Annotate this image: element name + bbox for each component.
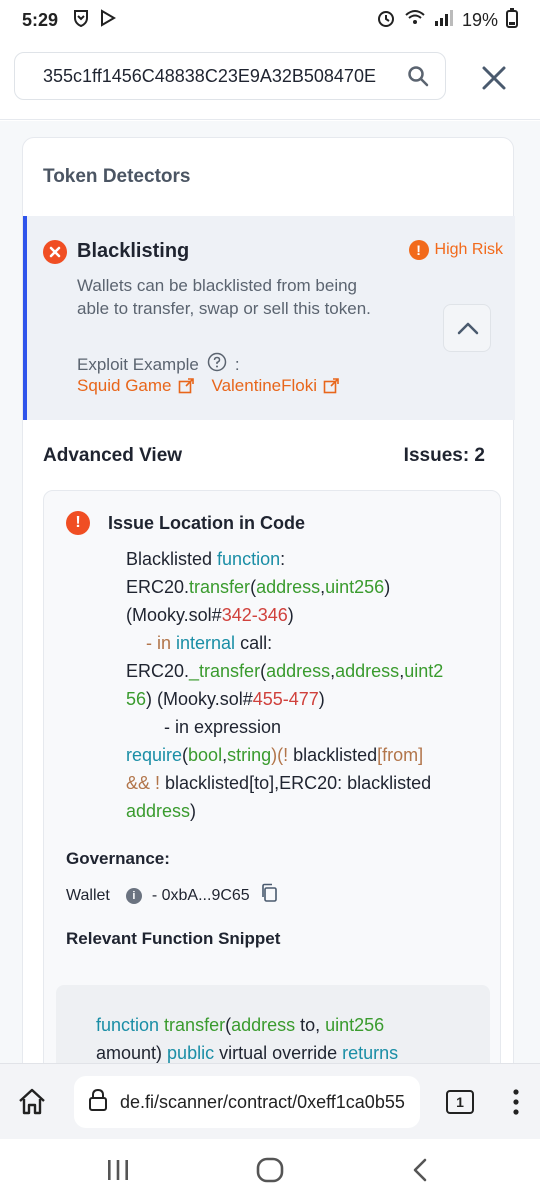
code-line: ERC20.transfer(address,uint256) [126,577,391,597]
search-input[interactable] [15,65,385,87]
search-icon[interactable] [407,65,429,92]
browser-toolbar: de.fi/scanner/contract/0xeff1ca0b55 1 [0,1063,540,1139]
info-icon[interactable]: i [125,887,142,904]
code-line: - in expression [164,717,282,737]
snippet-line: function transfer(address to, uint256 [96,1015,385,1035]
issue-card: ! Issue Location in Code Blacklisted fun… [43,490,501,1063]
home-icon[interactable] [16,1086,48,1118]
collapse-button[interactable] [443,304,491,352]
detector-blacklisting: Blacklisting ! High Risk Wallets can be … [23,216,515,420]
status-bar: 5:29 19% [0,0,540,40]
snippet-line: amount) public virtual override returns [96,1043,399,1063]
exploit-link-text: ValentineFloki [211,376,318,395]
code-line: - in internal call: [146,633,273,653]
battery-icon [506,7,518,33]
detector-description: Wallets can be blacklisted from being ab… [77,276,371,318]
help-icon[interactable] [207,352,227,377]
wallet-address: - 0xbA...9C65 [151,886,250,904]
alarm-icon [376,8,396,33]
search-row [0,40,540,120]
code-line: 56) (Mooky.sol#455-477) [126,689,325,709]
copy-icon[interactable] [260,883,278,908]
status-time: 5:29 [22,9,59,30]
risk-label: High Risk [434,241,503,258]
system-nav-bar [0,1139,540,1200]
battery-text: 19% [461,9,498,30]
external-link-icon [178,378,194,394]
issues-count: Issues: 2 [403,445,485,466]
exploit-link-text: Squid Game [77,376,172,395]
wifi-icon [404,9,426,32]
chevron-up-icon [457,322,479,335]
risk-badge: ! High Risk [408,240,503,260]
shield-icon [72,9,90,32]
alert-icon: ! [66,511,90,535]
close-icon[interactable] [478,62,510,94]
page-content: Token Detectors Blacklisting ! High Risk… [0,121,540,1063]
code-block: Blacklisted function: ERC20.transfer(add… [126,545,466,825]
exploit-links: Squid Game ValentineFloki [77,376,339,396]
governance-title: Governance: [66,849,170,868]
exploit-label-row: Exploit Example : [77,352,240,377]
token-detectors-card: Token Detectors Blacklisting ! High Risk… [22,137,515,1063]
recent-apps-icon[interactable] [106,1159,130,1186]
snippet-title: Relevant Function Snippet [66,929,281,948]
warning-icon: ! [408,240,429,260]
code-line: && ! blacklisted[to],ERC20: blacklisted [126,773,432,793]
section-title: Token Detectors [43,166,191,187]
back-icon[interactable] [410,1157,430,1188]
detector-title: Blacklisting [77,240,190,262]
lock-icon [88,1088,108,1117]
code-line: require(bool,string)(! blacklisted[from] [126,745,424,765]
function-snippet: function transfer(address to, uint256 am… [56,985,490,1063]
error-x-icon [43,240,67,264]
menu-dots-icon[interactable] [506,1086,526,1118]
exploit-link-valentinefloki[interactable]: ValentineFloki [212,376,340,396]
home-nav-icon[interactable] [256,1157,284,1188]
issue-location-title: Issue Location in Code [108,513,306,533]
wallet-label: Wallet [66,886,110,904]
exploit-link-squid-game[interactable]: Squid Game [77,376,194,396]
code-line: Blacklisted function: [126,549,286,569]
external-link-icon [323,378,339,394]
code-line: address) [126,801,197,821]
play-icon [98,8,117,32]
signal-icon [434,9,454,32]
exploit-label: Exploit Example [77,354,199,374]
url-bar[interactable]: de.fi/scanner/contract/0xeff1ca0b55 [74,1076,420,1128]
tab-switcher-button[interactable]: 1 [446,1090,474,1114]
search-box[interactable] [14,52,446,100]
code-line: ERC20._transfer(address,address,uint2 [126,661,444,681]
colon-text: : [234,354,240,374]
url-text: de.fi/scanner/contract/0xeff1ca0b55 [120,1091,405,1112]
advanced-view-title: Advanced View [43,445,183,466]
wallet-row: Wallet i - 0xbA...9C65 [66,883,278,908]
code-line: (Mooky.sol#342-346) [126,605,294,625]
